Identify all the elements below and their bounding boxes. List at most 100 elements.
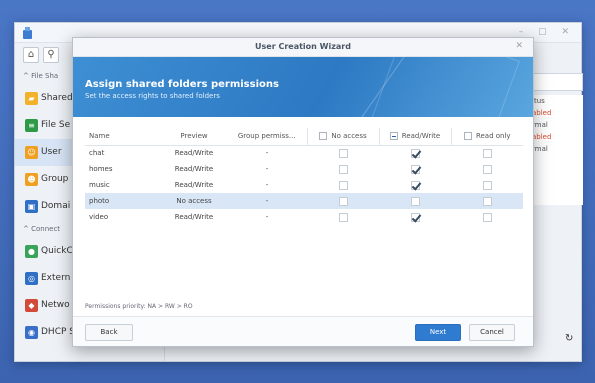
wizard-titlebar: User Creation Wizard ✕ — [73, 38, 533, 57]
no-access-checkbox[interactable] — [338, 180, 348, 190]
column-header-preview[interactable]: Preview — [161, 128, 227, 146]
group-permission: - — [265, 213, 269, 221]
search-icon[interactable]: ⚲ — [43, 47, 59, 63]
folder-name: photo — [85, 193, 161, 209]
no-access-cell — [307, 177, 379, 193]
close-icon[interactable]: ✕ — [515, 41, 523, 51]
read-write-checkbox[interactable] — [410, 196, 420, 206]
user-icon: ☺ — [25, 146, 38, 159]
preview-permission: Read/Write — [174, 165, 214, 173]
no-access-cell — [307, 145, 379, 161]
table-row[interactable]: homes Read/Write - — [85, 161, 523, 177]
read-write-cell — [379, 209, 451, 225]
wizard-title: User Creation Wizard — [255, 42, 351, 51]
read-write-cell — [379, 193, 451, 209]
no-access-cell — [307, 209, 379, 225]
file-services-icon: ≡ — [25, 119, 38, 132]
read-only-checkbox[interactable] — [482, 180, 492, 190]
no-access-label: No access — [331, 132, 367, 141]
sidebar-item-label: Extern — [41, 273, 71, 283]
status-text: abled — [532, 109, 552, 117]
no-access-checkbox[interactable] — [338, 148, 348, 158]
read-write-cell — [379, 177, 451, 193]
refresh-icon[interactable]: ↻ — [565, 333, 573, 344]
control-panel-logo-icon — [23, 27, 32, 39]
permissions-table: Name Preview Group permiss... No access … — [85, 128, 523, 225]
no-access-checkbox[interactable] — [338, 164, 348, 174]
no-access-checkbox[interactable] — [338, 196, 348, 206]
read-write-select-all-checkbox[interactable] — [389, 132, 398, 141]
preview-permission: No access — [161, 193, 227, 209]
column-header-name[interactable]: Name — [85, 128, 161, 146]
no-access-checkbox[interactable] — [338, 212, 348, 222]
read-only-label: Read only — [475, 132, 511, 141]
status-text: rmal — [532, 145, 548, 153]
preview-permission: Read/Write — [174, 181, 214, 189]
table-row[interactable]: video Read/Write - — [85, 209, 523, 225]
read-only-cell — [451, 161, 523, 177]
folder-name: music — [89, 181, 110, 189]
group-permission: - — [265, 165, 269, 173]
column-header-group-permissions[interactable]: Group permiss... — [227, 128, 307, 146]
read-only-cell — [451, 193, 523, 209]
folder-name: video — [89, 213, 109, 221]
dhcp-icon: ◉ — [25, 326, 38, 339]
banner-decoration — [366, 57, 520, 117]
sidebar-item-label: QuickC — [41, 246, 73, 256]
table-row[interactable]: music Read/Write - — [85, 177, 523, 193]
folder-name: homes — [89, 165, 113, 173]
read-only-checkbox[interactable] — [482, 164, 492, 174]
folder-name: chat — [89, 149, 105, 158]
user-creation-wizard: User Creation Wizard ✕ Assign shared fol… — [72, 37, 534, 347]
window-controls[interactable]: – ▢ ✕ — [519, 27, 575, 37]
sidebar-item-label: User — [41, 147, 62, 157]
sidebar-item-label: Shared — [41, 93, 73, 103]
sidebar-item-label: Netwo — [41, 300, 70, 310]
no-access-select-all-checkbox[interactable] — [319, 132, 328, 141]
group-icon: ☻ — [25, 173, 38, 186]
external-access-icon: ◎ — [25, 272, 38, 285]
read-write-cell — [379, 145, 451, 161]
wizard-heading: Assign shared folders permissions — [85, 79, 279, 90]
column-header-read-only[interactable]: Read only — [450, 128, 523, 146]
wizard-subheading: Set the access rights to shared folders — [85, 92, 220, 100]
read-write-checkbox[interactable] — [410, 148, 420, 158]
table-header-row: Name Preview Group permiss... No access … — [85, 128, 523, 146]
read-only-select-all-checkbox[interactable] — [463, 132, 472, 141]
no-access-cell — [307, 161, 379, 177]
table-row[interactable]: photo No access - — [85, 193, 523, 209]
next-button[interactable]: Next — [415, 324, 461, 341]
back-button[interactable]: Back — [85, 324, 133, 341]
domain-icon: ▣ — [25, 200, 38, 213]
wizard-banner: Assign shared folders permissions Set th… — [73, 57, 533, 117]
read-write-checkbox[interactable] — [410, 212, 420, 222]
preview-permission: Read/Write — [174, 213, 214, 221]
read-write-cell — [379, 161, 451, 177]
permissions-priority-note: Permissions priority: NA > RW > RO — [85, 303, 193, 310]
group-permission: - — [265, 149, 269, 158]
cancel-button[interactable]: Cancel — [469, 324, 515, 341]
home-icon[interactable]: ⌂ — [23, 47, 39, 63]
read-only-cell — [451, 145, 523, 161]
column-header-read-write[interactable]: Read/Write — [378, 128, 451, 146]
read-only-checkbox[interactable] — [482, 196, 492, 206]
sidebar-item-label: Domai — [41, 201, 71, 211]
column-header-no-access[interactable]: No access — [306, 128, 379, 146]
status-text: rmal — [532, 121, 548, 129]
read-only-checkbox[interactable] — [482, 148, 492, 158]
status-text: abled — [532, 133, 552, 141]
read-only-cell — [451, 177, 523, 193]
table-row[interactable]: chat Read/Write - — [85, 145, 523, 161]
sidebar-item-label: Group — [41, 174, 69, 184]
read-write-checkbox[interactable] — [410, 180, 420, 190]
status-text: itus — [532, 97, 545, 105]
group-permission: - — [227, 193, 307, 209]
no-access-cell — [307, 193, 379, 209]
preview-permission: Read/Write — [174, 149, 214, 158]
read-write-label: Read/Write — [401, 132, 441, 141]
read-write-checkbox[interactable] — [410, 164, 420, 174]
network-icon: ◆ — [25, 299, 38, 312]
folder-icon: ▰ — [25, 92, 38, 105]
read-only-checkbox[interactable] — [482, 212, 492, 222]
group-permission: - — [265, 181, 269, 189]
